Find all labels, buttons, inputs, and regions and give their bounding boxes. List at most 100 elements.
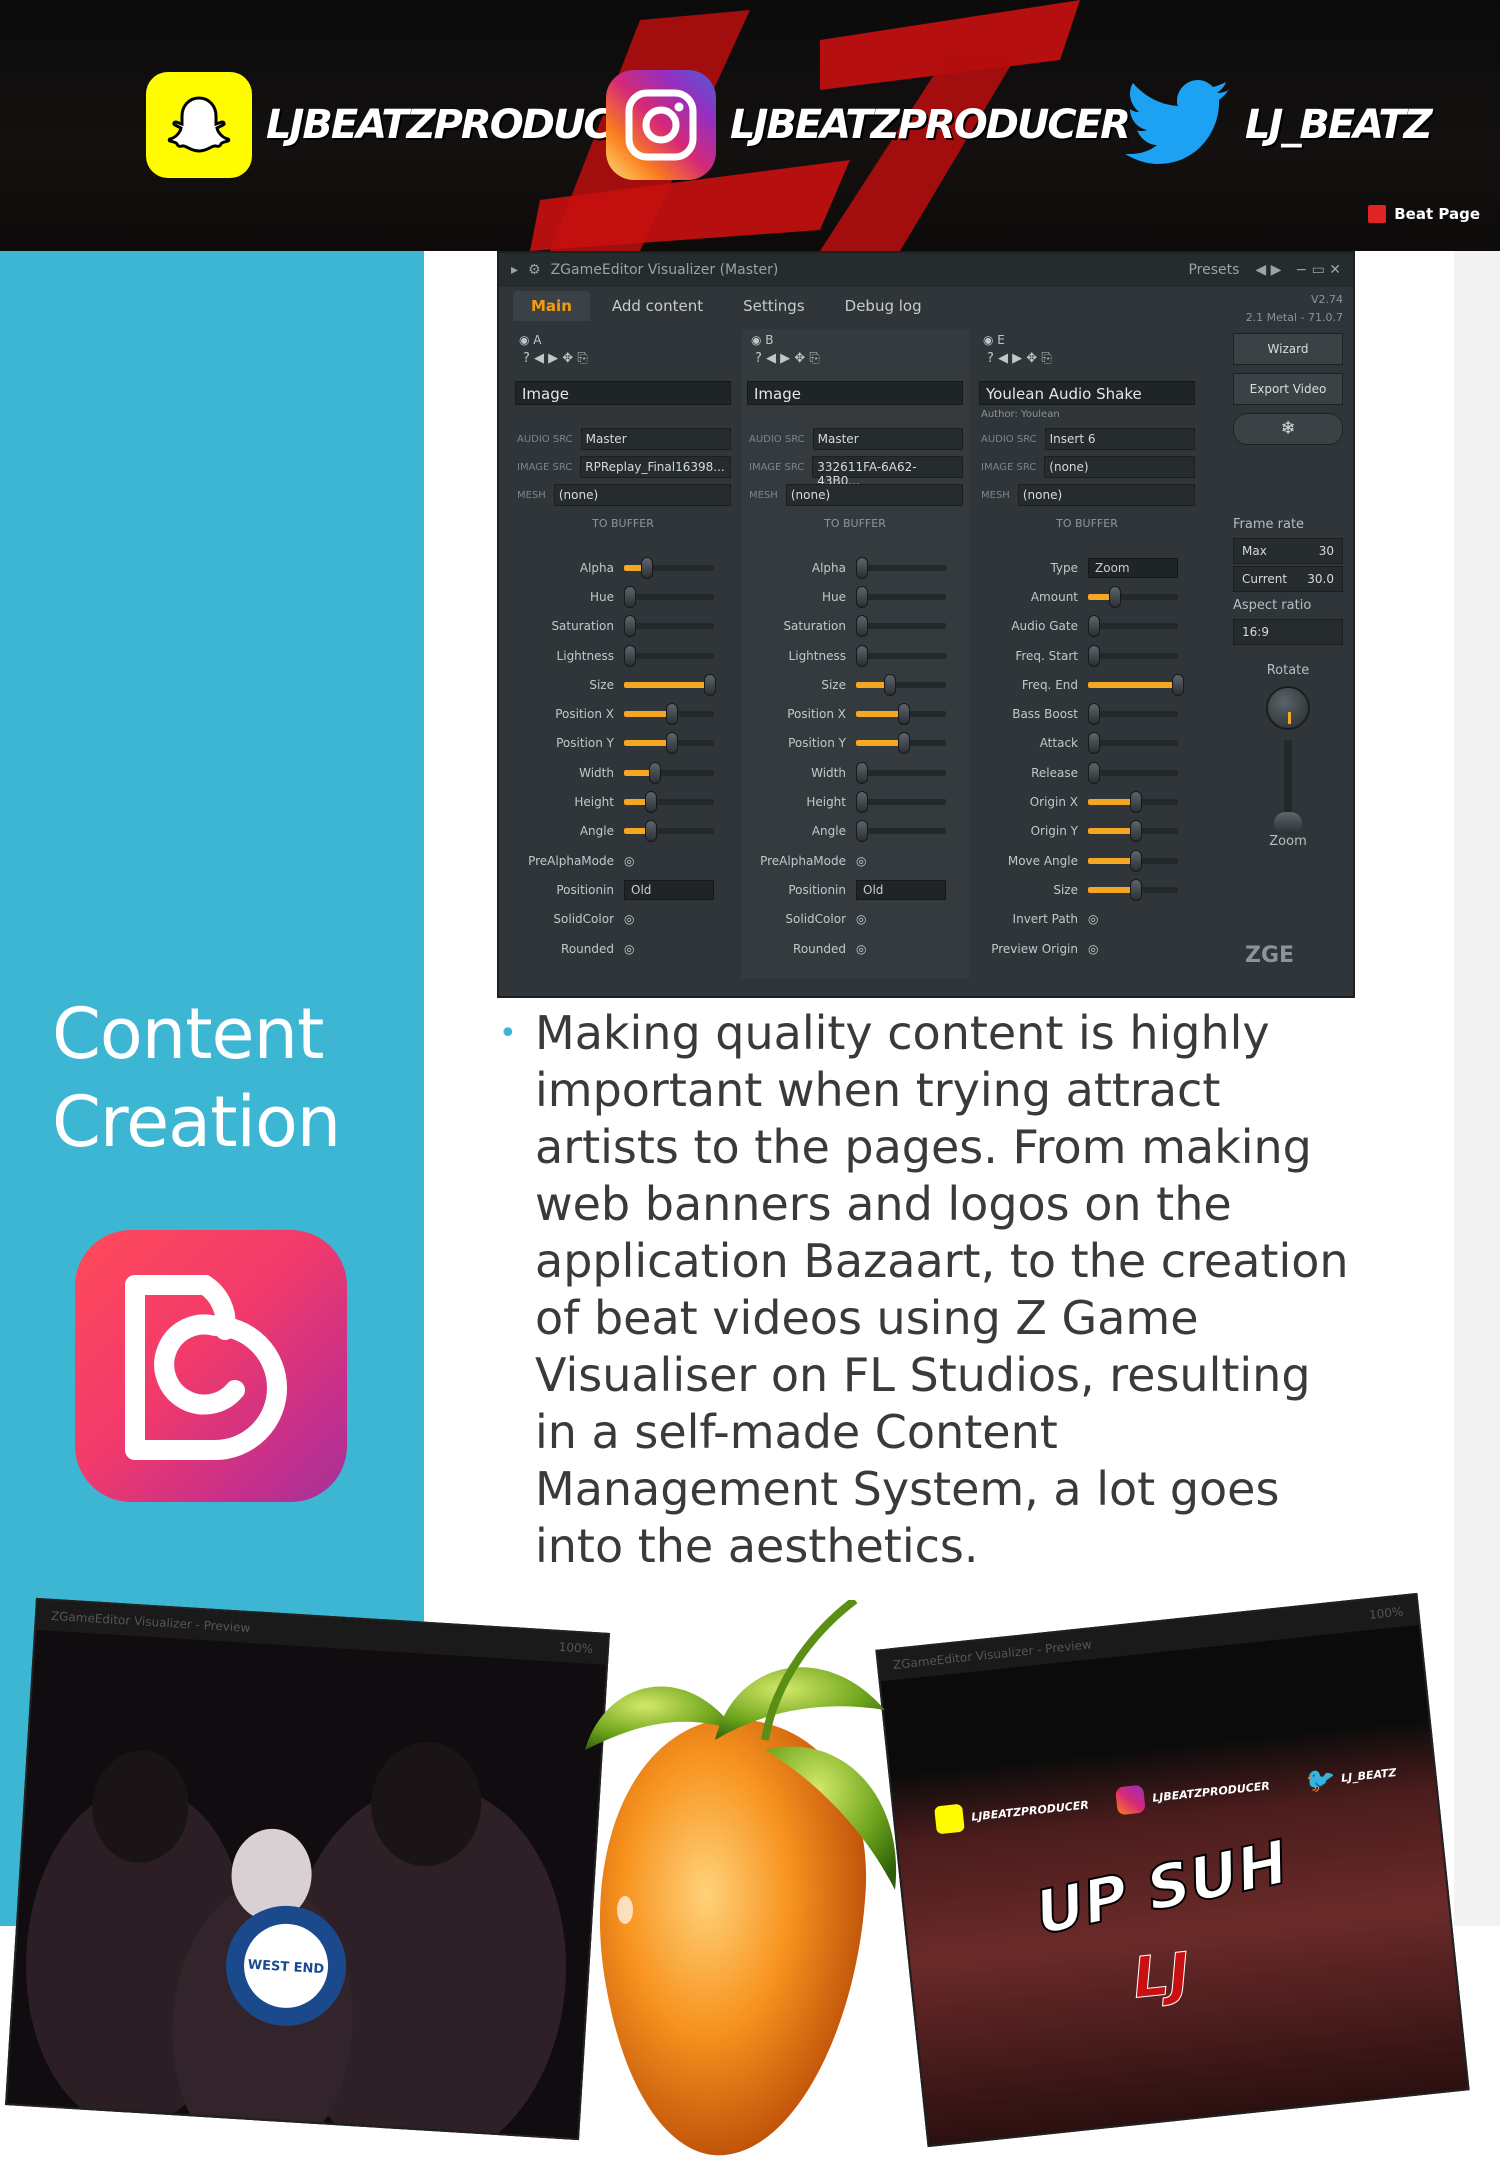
preview-origin-toggle[interactable]: ◎ [1088,942,1098,956]
solidcolor-toggle[interactable]: ◎ [856,912,866,926]
tab-main[interactable]: Main [513,291,590,321]
position-select[interactable]: Old [624,879,714,900]
slider-track[interactable] [856,732,946,755]
slider-knob[interactable] [856,556,868,579]
slider-knob[interactable] [703,673,716,696]
slider-knob[interactable] [624,585,636,608]
slider-knob[interactable] [898,703,910,726]
slider-track[interactable] [624,820,714,843]
slider-track[interactable] [1088,644,1178,667]
export-video-button[interactable]: Export Video [1233,373,1343,405]
preset-nav-icon[interactable]: ◀ ▶ [1255,262,1281,278]
slider-knob[interactable] [624,644,636,667]
invert-path-toggle[interactable]: ◎ [1088,912,1098,926]
layer-toolbar-icons[interactable]: ? ◀ ▶ ✥ ⎘ [741,351,969,377]
beat-page-badge[interactable]: Beat Page [1368,205,1480,223]
rounded-toggle[interactable]: ◎ [856,942,866,956]
slider-track[interactable] [624,761,714,784]
slider-knob[interactable] [666,732,678,755]
wizard-button[interactable]: Wizard [1233,333,1343,365]
slider-track[interactable] [624,615,714,638]
slider-track[interactable] [1088,732,1178,755]
tab-debug-log[interactable]: Debug log [827,291,940,321]
prealpha-toggle[interactable]: ◎ [624,854,634,868]
slider-track[interactable] [1088,791,1178,814]
window-controls-icon[interactable]: − ▭ ✕ [1295,262,1341,278]
mesh-field[interactable]: (none) [553,484,731,506]
presets-menu[interactable]: Presets [1188,262,1239,278]
slider-knob[interactable] [1088,644,1100,667]
tab-settings[interactable]: Settings [725,291,823,321]
slider-knob[interactable] [1088,732,1100,755]
slider-knob[interactable] [645,820,657,843]
slider-track[interactable] [1088,585,1178,608]
slider-knob[interactable] [1088,761,1100,784]
slider-track[interactable] [856,556,946,579]
slider-track[interactable] [624,673,716,696]
audio-src-field[interactable]: Insert 6 [1044,428,1195,450]
slider-track[interactable] [624,732,714,755]
slider-track[interactable] [1088,615,1178,638]
slider-knob[interactable] [640,556,653,579]
slider-track[interactable] [624,585,714,608]
rounded-toggle[interactable]: ◎ [624,942,634,956]
slider-knob[interactable] [1130,791,1142,814]
position-select[interactable]: Old [856,879,946,900]
slider-knob[interactable] [1088,615,1100,638]
slider-track[interactable] [856,761,946,784]
slider-track[interactable] [624,556,714,579]
slider-track[interactable] [624,791,714,814]
slider-knob[interactable] [856,791,868,814]
layer-toolbar-icons[interactable]: ? ◀ ▶ ✥ ⎘ [509,351,737,377]
slider-track[interactable] [856,615,946,638]
mesh-field[interactable]: (none) [785,484,963,506]
slider-knob[interactable] [666,703,678,726]
power-icon[interactable]: ◉ [519,333,533,347]
twitter-link[interactable]: LJ_BEATZ [1125,70,1433,180]
slider-track[interactable] [1088,761,1178,784]
slider-knob[interactable] [649,761,662,784]
rotate-knob[interactable] [1266,686,1310,730]
tab-add-content[interactable]: Add content [594,291,721,321]
slider-knob[interactable] [856,761,868,784]
instagram-link[interactable]: LJBEATZPRODUCER [606,70,1131,180]
expand-arrow-icon[interactable]: ▸ [511,262,518,278]
slider-track[interactable] [1088,849,1178,872]
mesh-field[interactable]: (none) [1017,484,1195,506]
power-icon[interactable]: ◉ [983,333,997,347]
audio-src-field[interactable]: Master [812,428,963,450]
slider-track[interactable] [856,820,946,843]
type-select[interactable]: Zoom [1088,557,1178,578]
slider-track[interactable] [624,703,714,726]
slider-track[interactable] [856,673,946,696]
slider-knob[interactable] [1130,820,1142,843]
zoom-slider[interactable] [1274,740,1302,834]
to-buffer-toggle[interactable]: TO BUFFER [741,509,969,539]
image-src-field[interactable]: (none) [1044,456,1195,478]
slider-knob[interactable] [1130,849,1142,872]
aspect-ratio-select[interactable]: 16:9 [1233,619,1343,645]
effect-select[interactable]: Youlean Audio Shake [979,381,1195,405]
slider-knob[interactable] [856,585,868,608]
slider-track[interactable] [1088,878,1178,901]
slider-track[interactable] [856,703,946,726]
solidcolor-toggle[interactable]: ◎ [624,912,634,926]
layer-toolbar-icons[interactable]: ? ◀ ▶ ✥ ⎘ [973,351,1201,377]
slider-knob[interactable] [856,644,868,667]
slider-knob[interactable] [645,791,657,814]
prealpha-toggle[interactable]: ◎ [856,854,866,868]
slider-knob[interactable] [1130,878,1142,901]
slider-knob[interactable] [898,732,910,755]
slider-track[interactable] [1088,820,1178,843]
effect-select[interactable]: Image [515,381,731,405]
snowflake-icon[interactable]: ❄ [1233,413,1343,445]
slider-knob[interactable] [1088,703,1100,726]
slider-knob[interactable] [1109,585,1121,608]
power-icon[interactable]: ◉ [751,333,765,347]
image-src-field[interactable]: RPReplay_Final16398... [580,456,731,478]
slider-knob[interactable] [1172,673,1184,696]
snapchat-link[interactable]: LJBEATZPRODUCER [146,70,667,180]
slider-track[interactable] [856,644,946,667]
slider-track[interactable] [624,644,714,667]
slider-track[interactable] [856,791,946,814]
